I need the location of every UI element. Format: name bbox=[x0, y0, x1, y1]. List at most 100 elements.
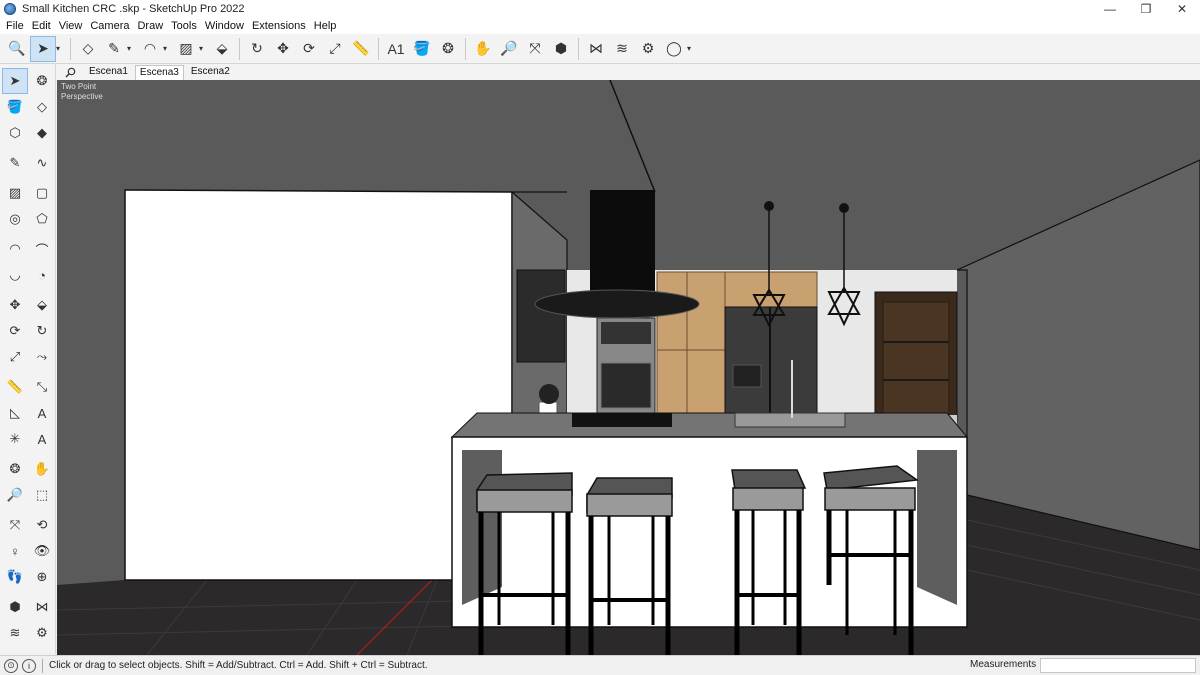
left-rotate-icon[interactable]: ⟳ bbox=[2, 318, 28, 344]
scale-icon[interactable]: ⤢ bbox=[322, 36, 348, 62]
eraser-icon[interactable]: ◇ bbox=[75, 36, 101, 62]
warehouse-icon[interactable]: ⬢ bbox=[548, 36, 574, 62]
left-section-plane-icon[interactable]: ⊕ bbox=[29, 564, 55, 590]
menu-camera[interactable]: Camera bbox=[86, 20, 133, 32]
menu-tools[interactable]: Tools bbox=[167, 20, 201, 32]
left-previous-view-icon[interactable]: ⟲ bbox=[29, 512, 55, 538]
left-scale-icon[interactable]: ⤢ bbox=[2, 344, 28, 370]
left-text-icon[interactable]: A bbox=[29, 400, 55, 426]
menu-window[interactable]: Window bbox=[201, 20, 248, 32]
island-countertop bbox=[450, 412, 969, 438]
left-dimension-icon[interactable]: ⤡ bbox=[29, 374, 55, 400]
measurements-input[interactable] bbox=[1040, 658, 1196, 673]
left-move-icon[interactable]: ✥ bbox=[2, 292, 28, 318]
left-push-pull-icon[interactable]: ⬙ bbox=[29, 292, 55, 318]
left-3d-text-icon[interactable]: A bbox=[29, 426, 55, 452]
left-axes-icon[interactable]: ✳ bbox=[2, 426, 28, 452]
left-zoom-window-icon[interactable]: ⬚ bbox=[29, 482, 55, 508]
close-button[interactable]: ✕ bbox=[1164, 0, 1200, 18]
left-two-point-arc-icon[interactable]: ⌒ bbox=[29, 236, 55, 262]
left-polygon-icon[interactable]: ⬠ bbox=[29, 206, 55, 232]
scene-tab-escena3[interactable]: Escena3 bbox=[134, 65, 184, 80]
left-make-component-icon[interactable]: ⬡ bbox=[2, 120, 28, 146]
left-tag-icon[interactable]: ◆ bbox=[29, 120, 55, 146]
arc-dropdown-arrow[interactable]: ▾ bbox=[163, 44, 173, 53]
oven bbox=[600, 362, 652, 409]
left-three-point-arc-icon[interactable]: ◡ bbox=[2, 262, 28, 288]
rectangle-icon[interactable]: ▨ bbox=[173, 36, 199, 62]
layout-icon[interactable]: ≋ bbox=[609, 36, 635, 62]
left-look-around-icon[interactable]: 👁 bbox=[29, 538, 55, 564]
plant-leaves bbox=[539, 384, 559, 404]
model-viewport[interactable]: Two Point Perspective bbox=[57, 80, 1200, 655]
tape-measure-icon[interactable]: 📏 bbox=[348, 36, 374, 62]
left-select-icon[interactable]: ➤ bbox=[2, 68, 28, 94]
account-icon[interactable]: ◯ bbox=[661, 36, 687, 62]
scene-tab-escena2[interactable]: Escena2 bbox=[186, 64, 235, 80]
left-extension-warehouse-icon[interactable]: ⋈ bbox=[29, 594, 55, 620]
pan-icon[interactable]: ✋ bbox=[470, 36, 496, 62]
left-pencil-icon[interactable]: ✎ bbox=[2, 150, 28, 176]
push-pull-icon[interactable]: ⬙ bbox=[209, 36, 235, 62]
window-controls: — ❐ ✕ bbox=[1092, 0, 1200, 18]
toolbar-separator bbox=[239, 37, 240, 60]
orbit-icon[interactable]: ❂ bbox=[435, 36, 461, 62]
search-icon[interactable]: 🔍 bbox=[4, 36, 30, 62]
left-freehand-icon[interactable]: ∿ bbox=[29, 150, 55, 176]
left-zoom-extents-icon[interactable]: ⤧ bbox=[2, 512, 28, 538]
rectangle-dropdown-arrow[interactable]: ▾ bbox=[199, 44, 209, 53]
pendant-canopy-2 bbox=[839, 203, 849, 213]
menu-file[interactable]: File bbox=[2, 20, 28, 32]
menu-extensions[interactable]: Extensions bbox=[248, 20, 310, 32]
left-warehouse-icon[interactable]: ⬢ bbox=[2, 594, 28, 620]
left-tape-measure-icon[interactable]: 📏 bbox=[2, 374, 28, 400]
restore-button[interactable]: ❐ bbox=[1128, 0, 1164, 18]
follow-me-icon[interactable]: ↻ bbox=[244, 36, 270, 62]
zoom-icon[interactable]: 🔎 bbox=[496, 36, 522, 62]
extension-manager-icon[interactable]: ⚙ bbox=[635, 36, 661, 62]
left-zoom-icon[interactable]: 🔎 bbox=[2, 482, 28, 508]
menu-draw[interactable]: Draw bbox=[133, 20, 167, 32]
rotate-icon[interactable]: ⟳ bbox=[296, 36, 322, 62]
left-protractor-icon[interactable]: ◺ bbox=[2, 400, 28, 426]
paint-bucket-icon[interactable]: 🪣 bbox=[409, 36, 435, 62]
select-icon[interactable]: ➤ bbox=[30, 35, 56, 62]
geo-location-icon[interactable]: ⊙ bbox=[4, 658, 18, 673]
left-orbit-icon[interactable]: ❂ bbox=[2, 456, 28, 482]
left-offset-icon[interactable]: ⤳ bbox=[29, 344, 55, 370]
text-icon[interactable]: A1 bbox=[383, 36, 409, 62]
island-sink bbox=[734, 412, 846, 428]
left-circle-icon[interactable]: ◎ bbox=[2, 206, 28, 232]
scene-search-icon[interactable] bbox=[56, 64, 84, 80]
zoom-extents-icon[interactable]: ⤧ bbox=[522, 36, 548, 62]
minimize-button[interactable]: — bbox=[1092, 0, 1128, 18]
pencil-dropdown-arrow[interactable]: ▾ bbox=[127, 44, 137, 53]
move-icon[interactable]: ✥ bbox=[270, 36, 296, 62]
left-follow-me-icon[interactable]: ↻ bbox=[29, 318, 55, 344]
left-rotated-rectangle-icon[interactable]: ▢ bbox=[29, 180, 55, 206]
left-walk-icon[interactable]: 👣 bbox=[2, 564, 28, 590]
menu-help[interactable]: Help bbox=[310, 20, 341, 32]
pencil-icon[interactable]: ✎ bbox=[101, 36, 127, 62]
left-position-camera-icon[interactable]: ♀ bbox=[2, 538, 28, 564]
scene-tab-escena1[interactable]: Escena1 bbox=[84, 64, 133, 80]
left-pan-icon[interactable]: ✋ bbox=[29, 456, 55, 482]
left-paint-bucket-icon[interactable]: 🪣 bbox=[2, 94, 28, 120]
left-orbit-icon[interactable]: ❂ bbox=[29, 68, 55, 94]
select-dropdown-arrow[interactable]: ▾ bbox=[56, 44, 66, 53]
info-icon[interactable]: i bbox=[22, 658, 36, 673]
left-rectangle-icon[interactable]: ▨ bbox=[2, 180, 28, 206]
menu-view[interactable]: View bbox=[55, 20, 87, 32]
left-eraser-icon[interactable]: ◇ bbox=[29, 94, 55, 120]
account-dropdown-arrow[interactable]: ▾ bbox=[687, 44, 697, 53]
left-pie-icon[interactable]: ◔ bbox=[29, 262, 55, 288]
window-title: Small Kitchen CRC .skp - SketchUp Pro 20… bbox=[22, 3, 245, 15]
left-arc-icon[interactable]: ◠ bbox=[2, 236, 28, 262]
menu-edit[interactable]: Edit bbox=[28, 20, 55, 32]
left-layout-icon[interactable]: ≋ bbox=[2, 620, 28, 646]
status-separator bbox=[42, 658, 43, 673]
range-hood-canopy bbox=[534, 289, 700, 319]
extension-warehouse-icon[interactable]: ⋈ bbox=[583, 36, 609, 62]
arc-icon[interactable]: ◠ bbox=[137, 36, 163, 62]
left-extension-manager-icon[interactable]: ⚙ bbox=[29, 620, 55, 646]
